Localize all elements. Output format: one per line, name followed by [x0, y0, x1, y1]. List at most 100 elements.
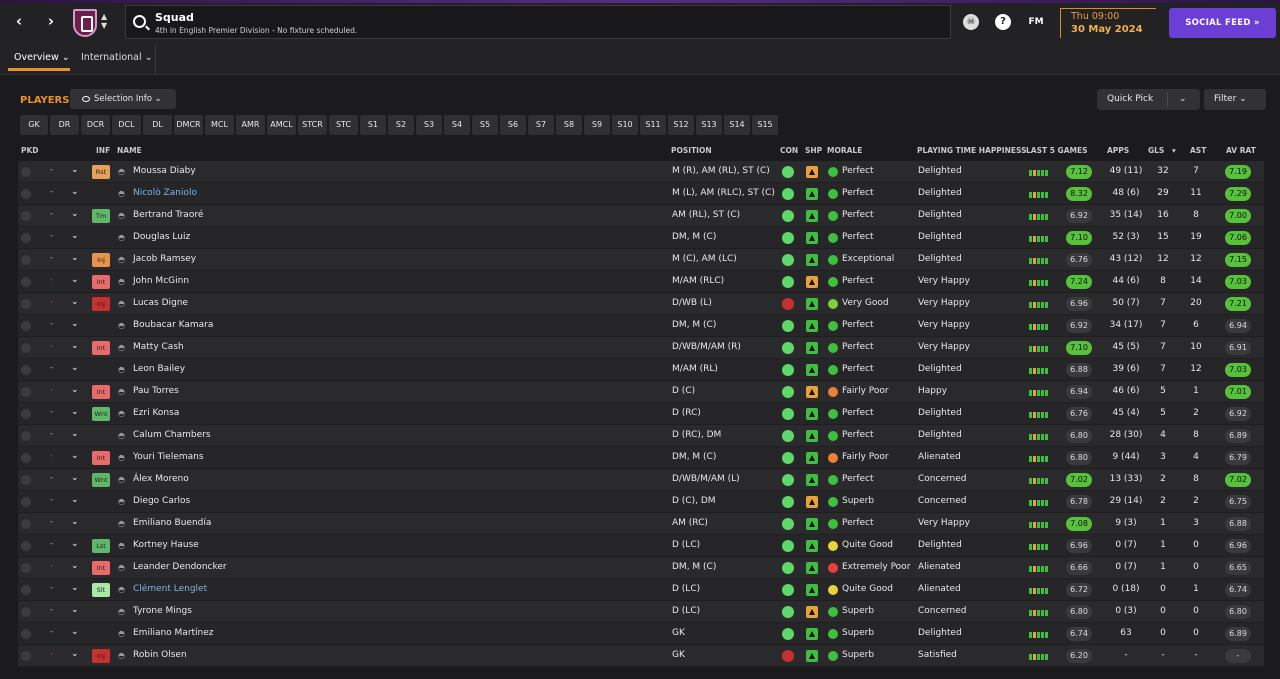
- chevron-down-icon[interactable]: ⌄: [71, 605, 79, 615]
- position-filter-dl[interactable]: DL: [143, 115, 172, 135]
- position-filter-gk[interactable]: GK: [20, 115, 48, 135]
- chevron-down-icon[interactable]: ⌄: [71, 275, 79, 285]
- position-filter-s2[interactable]: S2: [388, 115, 414, 135]
- table-row[interactable]: - ⌄ Wnt Ezri Konsa ◓ D (RC) ▲ Perfect Delighted 6…: [18, 403, 1264, 425]
- chevron-down-icon[interactable]: ⌄: [71, 187, 79, 197]
- table-row[interactable]: - ⌄ Lst Kortney Hause ◓ D (LC) ▲ Quite Good Deli…: [18, 535, 1264, 557]
- pick-toggle[interactable]: [21, 431, 31, 441]
- pick-toggle[interactable]: [21, 475, 31, 485]
- table-row[interactable]: - ⌄ Leon Bailey ◓ M/AM (RL) ▲ Perfect Delighted…: [18, 359, 1264, 381]
- chevron-down-icon[interactable]: ⌄: [71, 561, 79, 571]
- position-filter-s10[interactable]: S10: [612, 115, 638, 135]
- pick-toggle[interactable]: [21, 343, 31, 353]
- player-name[interactable]: Calum Chambers: [133, 430, 211, 440]
- selection-info-button[interactable]: Selection Info ⌄: [70, 89, 176, 109]
- position-filter-amcl[interactable]: AMCL: [267, 115, 296, 135]
- col-name[interactable]: NAME: [117, 146, 142, 155]
- chevron-down-icon[interactable]: ⌄: [71, 539, 79, 549]
- table-row[interactable]: - ⌄ Int Leander Dendoncker ◓ DM, M (C) ▲ Extrem…: [18, 557, 1264, 579]
- table-row[interactable]: - ⌄ Diego Carlos ◓ D (C), DM ▲ Superb Concerned…: [18, 491, 1264, 513]
- player-name[interactable]: Lucas Digne: [133, 298, 188, 308]
- pick-toggle[interactable]: [21, 519, 31, 529]
- col-morale[interactable]: MORALE: [827, 146, 862, 155]
- table-row[interactable]: - ⌄ Calum Chambers ◓ D (RC), DM ▲ Perfect Delig…: [18, 425, 1264, 447]
- pick-toggle[interactable]: [21, 629, 31, 639]
- position-filter-s3[interactable]: S3: [416, 115, 442, 135]
- player-name[interactable]: Clément Lenglet: [133, 584, 207, 594]
- chevron-down-icon[interactable]: ⌄: [71, 517, 79, 527]
- fm-icon[interactable]: FM: [1025, 14, 1047, 30]
- pick-toggle[interactable]: [21, 563, 31, 573]
- pick-toggle[interactable]: [21, 497, 31, 507]
- player-name[interactable]: Emiliano Martínez: [133, 628, 214, 638]
- player-name[interactable]: Leon Bailey: [133, 364, 185, 374]
- pick-toggle[interactable]: [21, 211, 31, 221]
- player-name[interactable]: Youri Tielemans: [133, 452, 204, 462]
- col-gls[interactable]: GLS: [1148, 146, 1164, 155]
- player-name[interactable]: Bertrand Traoré: [133, 210, 203, 220]
- position-filter-s15[interactable]: S15: [752, 115, 778, 135]
- position-filter-amr[interactable]: AMR: [236, 115, 265, 135]
- col-ast[interactable]: AST: [1190, 146, 1206, 155]
- pick-toggle[interactable]: [21, 453, 31, 463]
- table-row[interactable]: - ⌄ Int Matty Cash ◓ D/WB/M/AM (R) ▲ Perfect Ver…: [18, 337, 1264, 359]
- pick-toggle[interactable]: [21, 365, 31, 375]
- chevron-down-icon[interactable]: ⌄: [71, 429, 79, 439]
- chevron-down-icon[interactable]: ⌄: [71, 649, 79, 659]
- player-name[interactable]: Leander Dendoncker: [133, 562, 227, 572]
- player-name[interactable]: Pau Torres: [133, 386, 179, 396]
- position-filter-s5[interactable]: S5: [472, 115, 498, 135]
- player-name[interactable]: Matty Cash: [133, 342, 184, 352]
- chevron-down-icon[interactable]: ⌄: [71, 231, 79, 241]
- social-feed-button[interactable]: SOCIAL FEED »: [1169, 8, 1276, 38]
- position-filter-s7[interactable]: S7: [528, 115, 554, 135]
- col-apps[interactable]: APPS: [1107, 146, 1129, 155]
- chevron-down-icon[interactable]: ⌄: [71, 385, 79, 395]
- tab-overview[interactable]: Overview ⌄: [14, 52, 70, 63]
- table-row[interactable]: - ⌄ Tm Bertrand Traoré ◓ AM (RL), ST (C) ▲ Perf…: [18, 205, 1264, 227]
- chevron-down-icon[interactable]: ⌄: [1179, 89, 1187, 110]
- col-inf[interactable]: INF: [96, 146, 110, 155]
- chevron-down-icon[interactable]: ⌄: [71, 627, 79, 637]
- filter-button[interactable]: Filter ⌄: [1204, 89, 1266, 110]
- player-name[interactable]: Álex Moreno: [133, 474, 189, 484]
- col-pkd[interactable]: PKD: [21, 146, 39, 155]
- table-row[interactable]: - ⌄ Inj Robin Olsen ◓ GK ▲ Superb Satisfied 6.20 -…: [18, 645, 1264, 667]
- pick-toggle[interactable]: [21, 607, 31, 617]
- position-filter-s14[interactable]: S14: [724, 115, 750, 135]
- player-name[interactable]: Moussa Diaby: [133, 166, 196, 176]
- col-avrat[interactable]: AV RAT: [1226, 146, 1256, 155]
- position-filter-s8[interactable]: S8: [556, 115, 582, 135]
- table-row[interactable]: - ⌄ Nicolò Zaniolo ◓ M (L), AM (RLC), ST (C)…: [18, 183, 1264, 205]
- club-switch-icon[interactable]: ▲ ▼: [101, 12, 107, 30]
- col-con[interactable]: CON: [780, 146, 798, 155]
- chevron-down-icon[interactable]: ⌄: [71, 253, 79, 263]
- chevron-down-icon[interactable]: ⌄: [71, 165, 79, 175]
- chevron-down-icon[interactable]: ⌄: [71, 363, 79, 373]
- back-icon[interactable]: ‹: [8, 10, 30, 32]
- col-shp[interactable]: SHP: [805, 146, 822, 155]
- position-filter-s9[interactable]: S9: [584, 115, 610, 135]
- chevron-down-icon[interactable]: ⌄: [71, 407, 79, 417]
- position-filter-dcl[interactable]: DCL: [112, 115, 141, 135]
- table-row[interactable]: - ⌄ Douglas Luiz ◓ DM, M (C) ▲ Perfect Delighte…: [18, 227, 1264, 249]
- chevron-down-icon[interactable]: ⌄: [71, 451, 79, 461]
- table-row[interactable]: - ⌄ Slt Clément Lenglet ◓ D (LC) ▲ Quite Good Al…: [18, 579, 1264, 601]
- help-icon[interactable]: ?: [995, 14, 1011, 30]
- sort-desc-icon[interactable]: ▾: [1172, 146, 1176, 155]
- table-row[interactable]: - ⌄ Emiliano Martínez ◓ GK ▲ Superb Delighted 6.…: [18, 623, 1264, 645]
- tab-international[interactable]: International ⌄: [81, 52, 153, 63]
- position-filter-s6[interactable]: S6: [500, 115, 526, 135]
- quick-pick-button[interactable]: Quick Pick ⌄: [1097, 89, 1200, 110]
- table-row[interactable]: - ⌄ Rst Moussa Diaby ◓ M (R), AM (RL), ST (C)…: [18, 161, 1264, 183]
- col-pth[interactable]: PLAYING TIME HAPPINESS: [917, 146, 1026, 155]
- table-row[interactable]: - ⌄ Tyrone Mings ◓ D (LC) ▲ Superb Concerned 6.8…: [18, 601, 1264, 623]
- chevron-down-icon[interactable]: ⌄: [71, 341, 79, 351]
- player-name[interactable]: John McGinn: [133, 276, 189, 286]
- search-box[interactable]: Squad 4th in English Premier Division - …: [125, 5, 951, 39]
- position-filter-s4[interactable]: S4: [444, 115, 470, 135]
- game-date[interactable]: Thu 09:00 30 May 2024: [1060, 8, 1156, 38]
- pick-toggle[interactable]: [21, 651, 31, 661]
- player-name[interactable]: Douglas Luiz: [133, 232, 190, 242]
- player-name[interactable]: Emiliano Buendía: [133, 518, 211, 528]
